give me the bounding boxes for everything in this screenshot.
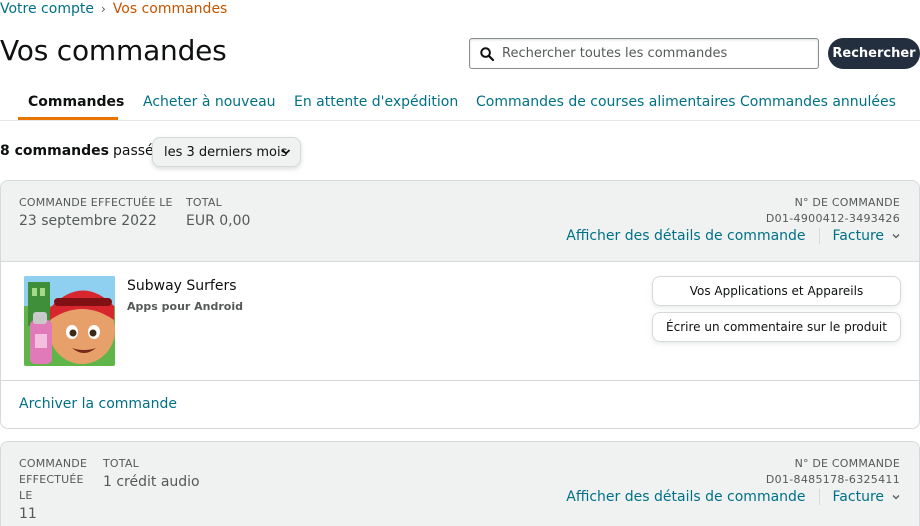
tab-cancelled-orders[interactable]: Commandes annulées — [740, 94, 896, 110]
apps-devices-button[interactable]: Vos Applications et Appareils — [652, 276, 901, 306]
invoice-link[interactable]: Facture — [833, 489, 884, 505]
order-number-block: N° DE COMMANDE D01-4900412-3493426 — [766, 195, 900, 227]
order-total-label: TOTAL — [103, 457, 139, 470]
active-tab-indicator — [18, 117, 118, 120]
order-date-label: COMMANDE EFFECTUÉE LE — [19, 457, 88, 502]
chevron-down-icon[interactable] — [892, 494, 900, 500]
orders-count-number: 8 commandes — [0, 143, 109, 159]
tab-orders[interactable]: Commandes — [28, 94, 124, 110]
search-icon — [480, 46, 494, 61]
archive-order-link[interactable]: Archiver la commande — [19, 396, 177, 412]
order-item: Subway Surfers Apps pour Android Vos App… — [1, 262, 919, 381]
period-dropdown[interactable]: les 3 derniers mois — [152, 137, 301, 167]
breadcrumb-chevron-icon: › — [100, 2, 106, 16]
search-button[interactable]: Rechercher — [828, 38, 920, 69]
product-title-link[interactable]: Subway Surfers — [127, 278, 237, 294]
order-date: 23 septembre 2022 — [19, 213, 157, 229]
order-total: EUR 0,00 — [186, 213, 251, 229]
order-total: 1 crédit audio — [103, 474, 200, 490]
order-links: Afficher des détails de commande Facture — [566, 489, 900, 505]
page-title: Vos commandes — [0, 34, 227, 67]
breadcrumb-account-link[interactable]: Votre compte — [0, 1, 94, 17]
order-details-link[interactable]: Afficher des détails de commande — [566, 489, 805, 505]
orders-count: 8 commandes passées — [0, 136, 170, 166]
search-box[interactable] — [469, 38, 819, 69]
product-subtitle: Apps pour Android — [127, 300, 243, 313]
order-number: D01-8485178-6325411 — [765, 473, 900, 486]
period-dropdown-value: les 3 derniers mois — [164, 144, 288, 160]
order-date: 11 — [19, 506, 37, 522]
order-details-link[interactable]: Afficher des détails de commande — [566, 228, 805, 244]
write-review-button[interactable]: Écrire un commentaire sur le produit — [652, 312, 901, 342]
order-number: D01-4900412-3493426 — [765, 212, 900, 225]
product-image[interactable] — [24, 276, 115, 366]
order-number-label: N° DE COMMANDE — [794, 457, 900, 470]
search-input[interactable] — [502, 46, 812, 61]
breadcrumb: Votre compte › Vos commandes — [0, 1, 227, 17]
order-total-label: TOTAL — [186, 196, 222, 209]
order-card: COMMANDE EFFECTUÉE LE 23 septembre 2022 … — [0, 180, 920, 429]
links-divider — [818, 228, 820, 244]
order-number-label: N° DE COMMANDE — [794, 196, 900, 209]
order-number-block: N° DE COMMANDE D01-8485178-6325411 — [766, 456, 900, 488]
tab-grocery-orders[interactable]: Commandes de courses alimentaires — [476, 94, 736, 110]
order-date-label: COMMANDE EFFECTUÉE LE — [19, 196, 173, 209]
order-card: COMMANDE EFFECTUÉE LE 11 TOTAL 1 crédit … — [0, 441, 920, 526]
order-links: Afficher des détails de commande Facture — [566, 228, 900, 244]
invoice-link[interactable]: Facture — [833, 228, 884, 244]
tab-buy-again[interactable]: Acheter à nouveau — [143, 94, 276, 110]
links-divider — [818, 489, 820, 505]
chevron-down-icon — [281, 149, 291, 155]
chevron-down-icon[interactable] — [892, 233, 900, 239]
tab-not-yet-shipped[interactable]: En attente d'expédition — [294, 94, 458, 110]
order-header: COMMANDE EFFECTUÉE LE 23 septembre 2022 … — [1, 181, 919, 262]
breadcrumb-current: Vos commandes — [112, 1, 228, 17]
order-header: COMMANDE EFFECTUÉE LE 11 TOTAL 1 crédit … — [1, 442, 919, 526]
order-tabs: Commandes Acheter à nouveau En attente d… — [0, 84, 920, 121]
